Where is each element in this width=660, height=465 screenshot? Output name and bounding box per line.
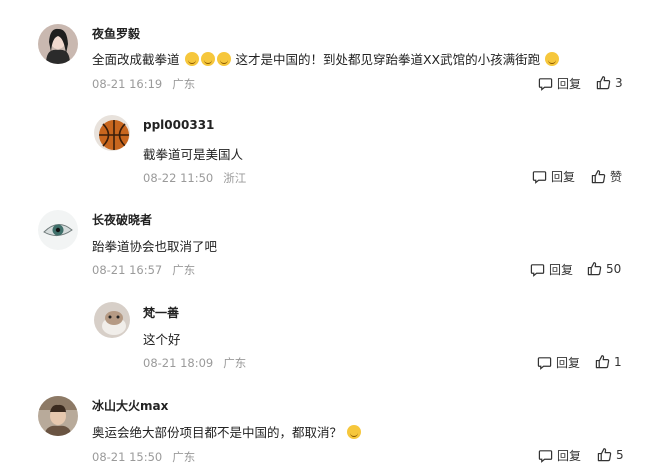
- comment-location: 广东: [223, 356, 247, 370]
- smile-emoji-icon: [545, 52, 560, 66]
- like-count: 1: [614, 354, 622, 369]
- reply-button[interactable]: 回复: [530, 261, 573, 278]
- like-button[interactable]: 1: [595, 354, 622, 369]
- comment-text: 跆拳道协会也取消了吧: [92, 239, 218, 254]
- comment-date: 08-21 18:09: [143, 356, 214, 370]
- comment-location: 广东: [172, 77, 196, 91]
- reply-button[interactable]: 回复: [537, 354, 580, 371]
- reply-button[interactable]: 回复: [532, 168, 575, 185]
- reply-label: 回复: [557, 77, 582, 91]
- comment-text-part: 奥运会绝大部份项目都不是中国的，都取消？: [92, 425, 343, 440]
- comment-meta: 08-22 11:50 浙江: [143, 170, 246, 186]
- comment-text: 全面改成截拳道 这才是中国的！到处都见穿跆拳道XX武馆的小孩满街跑: [92, 49, 560, 68]
- like-button[interactable]: 赞: [591, 168, 622, 185]
- comment-location: 广东: [172, 450, 196, 464]
- thumbs-up-icon: [597, 448, 612, 462]
- like-count: 3: [615, 75, 623, 90]
- comment-text-part: 全面改成截拳道: [92, 52, 180, 67]
- comment-meta: 08-21 15:50 广东: [92, 449, 195, 465]
- comment-meta: 08-21 18:09 广东: [143, 355, 246, 371]
- like-count: 5: [616, 447, 624, 462]
- comment-bubble-icon: [530, 264, 545, 277]
- thumbs-up-icon: [587, 262, 602, 276]
- comment-location: 浙江: [223, 171, 247, 185]
- smile-emoji-icon: [216, 52, 231, 66]
- like-button[interactable]: 5: [597, 447, 624, 462]
- comment-bubble-icon: [537, 357, 552, 370]
- reply-button[interactable]: 回复: [538, 75, 581, 92]
- comment-date: 08-22 11:50: [143, 171, 214, 185]
- comment-text: 奥运会绝大部份项目都不是中国的，都取消？: [92, 422, 362, 441]
- like-button[interactable]: 50: [587, 261, 621, 276]
- avatar[interactable]: [38, 396, 78, 436]
- comment-author[interactable]: 梵一善: [143, 304, 179, 321]
- comment-text-part: 这才是中国的！到处都见穿跆拳道XX武馆的小孩满街跑: [235, 52, 541, 67]
- smile-emoji-icon: [347, 425, 361, 439]
- comment-location: 广东: [172, 263, 196, 277]
- comment-bubble-icon: [538, 78, 553, 91]
- comment-author[interactable]: 冰山大火max: [92, 397, 168, 414]
- reply-label: 回复: [556, 356, 581, 370]
- reply-button[interactable]: 回复: [538, 447, 581, 464]
- smile-emoji-icon: [200, 52, 215, 66]
- like-button[interactable]: 3: [596, 75, 623, 90]
- comment-date: 08-21 15:50: [92, 450, 163, 464]
- reply-label: 回复: [549, 263, 574, 277]
- comment-text: 截拳道可是美国人: [143, 147, 244, 162]
- avatar[interactable]: [94, 115, 130, 151]
- thumbs-up-icon: [596, 76, 611, 90]
- thumbs-up-icon: [591, 170, 606, 184]
- comment-bubble-icon: [538, 450, 553, 463]
- comment-author[interactable]: 夜鱼罗毅: [92, 25, 140, 42]
- comment-text: 这个好: [143, 332, 181, 347]
- comment-meta: 08-21 16:19 广东: [92, 76, 195, 92]
- thumbs-up-icon: [595, 355, 610, 369]
- avatar[interactable]: [38, 24, 78, 64]
- like-count: 50: [606, 261, 622, 276]
- comment-date: 08-21 16:19: [92, 77, 163, 91]
- comment-bubble-icon: [532, 171, 547, 184]
- reply-label: 回复: [551, 170, 576, 184]
- avatar[interactable]: [94, 302, 130, 338]
- reply-label: 回复: [557, 449, 582, 463]
- smile-emoji-icon: [184, 52, 199, 66]
- comment-author[interactable]: 长夜破晓者: [92, 211, 152, 228]
- comment-meta: 08-21 16:57 广东: [92, 262, 195, 278]
- comment-date: 08-21 16:57: [92, 263, 163, 277]
- avatar[interactable]: [38, 210, 78, 250]
- comment-author[interactable]: ppl000331: [143, 118, 214, 132]
- like-count: 赞: [610, 170, 623, 184]
